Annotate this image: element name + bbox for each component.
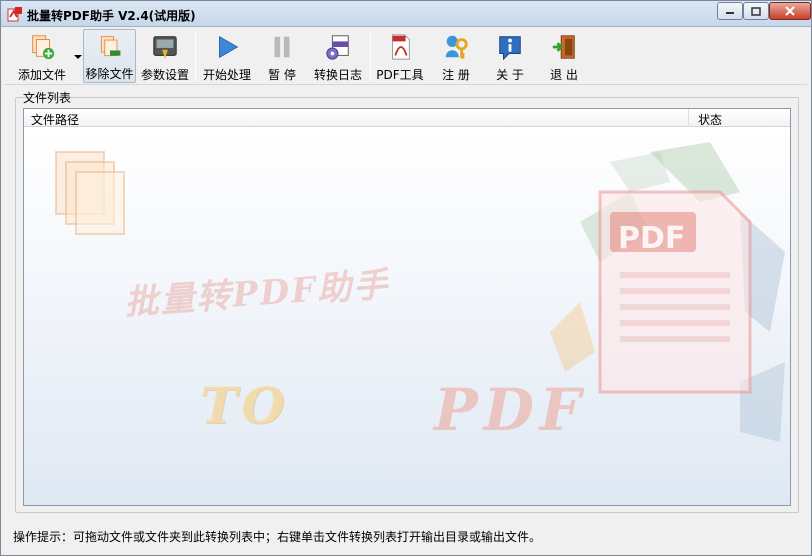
watermark-title: 批量转PDF助手: [123, 264, 391, 324]
maximize-icon: [751, 6, 761, 16]
log-label: 转换日志: [313, 68, 362, 82]
remove-file-icon: [100, 36, 120, 57]
about-label: 关 于: [496, 68, 524, 82]
log-button[interactable]: 转换日志: [309, 29, 367, 83]
pdf-tools-button[interactable]: PDF工具: [374, 29, 426, 83]
maximize-button[interactable]: [743, 2, 769, 20]
list-header: 文件路径 状态: [24, 109, 790, 127]
toolbar-separator: [195, 33, 196, 81]
exit-door-icon: [552, 35, 575, 59]
settings-button[interactable]: 参数设置: [138, 29, 192, 83]
settings-icon: [153, 36, 177, 60]
column-header-path[interactable]: 文件路径: [31, 111, 79, 128]
settings-label: 参数设置: [140, 68, 189, 82]
pdf-file-icon: [392, 34, 410, 60]
pause-label: 暂 停: [268, 68, 296, 82]
app-icon: [7, 7, 22, 22]
toolbar-separator: [370, 33, 371, 81]
register-label: 注 册: [442, 68, 470, 82]
add-file-button[interactable]: 添加文件: [11, 29, 73, 83]
window-title: 批量转PDF助手 V2.4(试用版): [27, 9, 196, 23]
add-file-label: 添加文件: [17, 68, 66, 82]
remove-file-label: 移除文件: [85, 67, 134, 81]
watermark-doc-label: PDF: [618, 221, 686, 256]
close-button[interactable]: [769, 2, 811, 20]
log-icon: [326, 35, 349, 60]
column-header-status[interactable]: 状态: [698, 111, 722, 128]
pdf-tools-label: PDF工具: [376, 68, 424, 82]
remove-file-button[interactable]: 移除文件: [83, 29, 136, 83]
info-icon: [499, 36, 521, 61]
watermark-documents-icon: [55, 151, 125, 235]
minimize-button[interactable]: [717, 2, 743, 20]
exit-button[interactable]: 退 出: [541, 29, 587, 83]
watermark-to: TO: [200, 376, 289, 435]
about-button[interactable]: 关 于: [487, 29, 533, 83]
status-hint: 操作提示：可拖动文件或文件夹到此转换列表中；右键单击文件转换列表打开输出目录或输…: [13, 530, 542, 544]
minimize-icon: [726, 12, 734, 14]
start-button[interactable]: 开始处理: [199, 29, 255, 83]
watermark-pdf: PDF: [434, 376, 588, 444]
add-file-icon: [32, 35, 55, 60]
toolbar: 添加文件 移除文件 参数设置 开始处理 暂 停 转换日志 PDF工具 注 册 关…: [5, 29, 807, 85]
add-file-dropdown-icon[interactable]: [74, 55, 82, 59]
pause-button[interactable]: 暂 停: [259, 29, 305, 83]
list-body[interactable]: PDF 批量转PDF助手 TO PDF: [24, 128, 790, 505]
start-label: 开始处理: [202, 68, 251, 82]
close-icon: [785, 6, 795, 16]
pause-icon: [274, 36, 290, 58]
file-list-view[interactable]: 文件路径 状态 PDF 批量转PDF助手 TO PDF: [23, 108, 791, 506]
app-window: 批量转PDF助手 V2.4(试用版) 添加文件 移除文件 参数设置 开始处理 暂…: [0, 0, 812, 556]
key-user-icon: [445, 35, 468, 59]
play-icon: [219, 35, 239, 59]
register-button[interactable]: 注 册: [433, 29, 479, 83]
column-divider[interactable]: [688, 109, 689, 127]
title-bar: 批量转PDF助手 V2.4(试用版): [1, 1, 811, 27]
file-list-group-label: 文件列表: [23, 91, 72, 105]
exit-label: 退 出: [550, 68, 578, 82]
